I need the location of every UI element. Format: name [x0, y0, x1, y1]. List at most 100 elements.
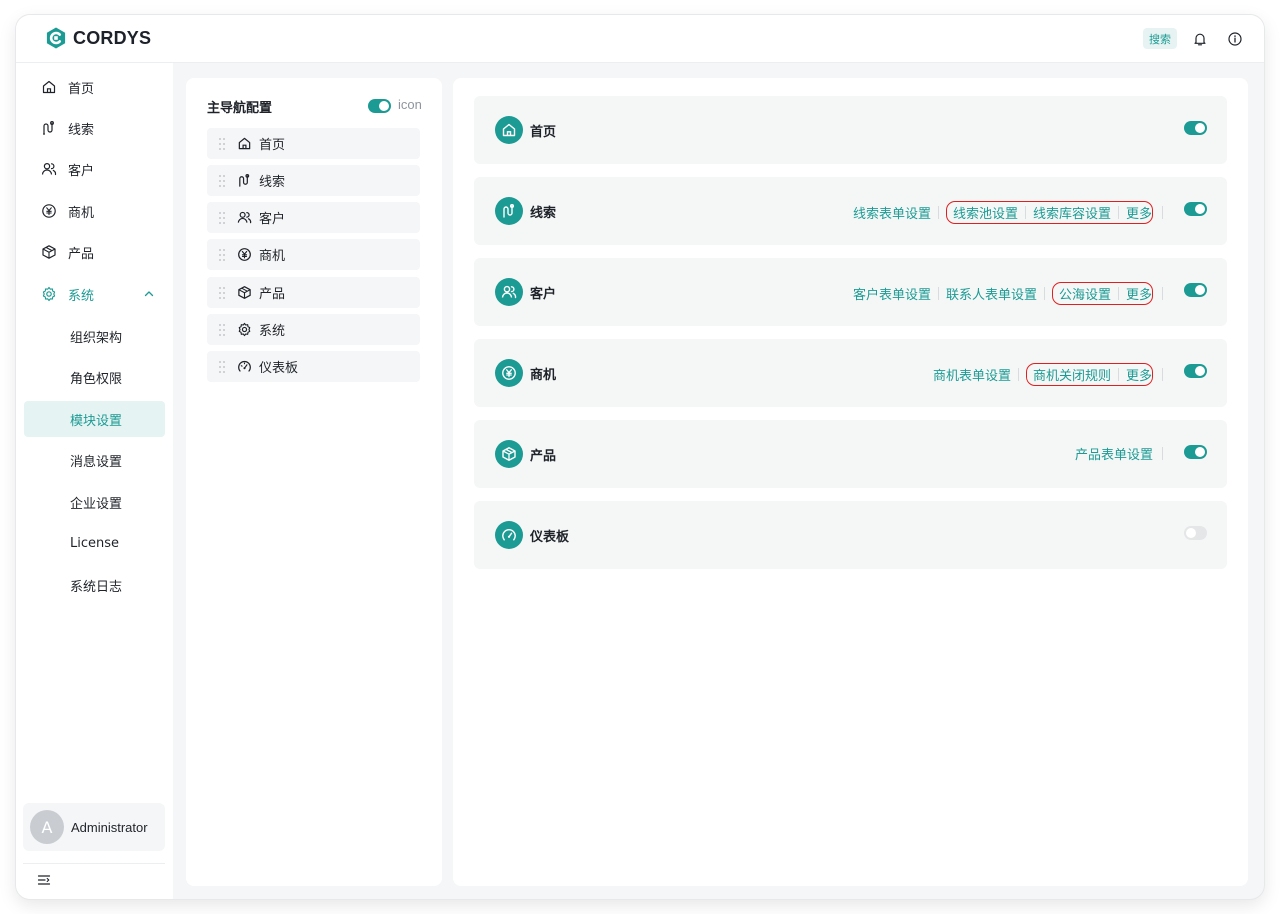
- chevron-up-icon[interactable]: [143, 288, 155, 300]
- module-links: 产品表单设置: [1075, 444, 1163, 463]
- drag-handle-icon[interactable]: [218, 211, 226, 225]
- app-window: CORDYS 搜索 首页 线索 客户 商机 产品 系统 组织架构 角色权限 模块…: [16, 15, 1264, 899]
- sidebar-subitem-messages[interactable]: 消息设置: [24, 442, 165, 478]
- drag-handle-icon[interactable]: [218, 248, 226, 262]
- nav-config-item-dashboard[interactable]: 仪表板: [207, 351, 420, 382]
- bell-icon[interactable]: [1192, 31, 1208, 47]
- sidebar-item-label: 客户: [68, 163, 95, 179]
- more-link[interactable]: 更多: [1126, 365, 1152, 384]
- brand-logo[interactable]: CORDYS: [44, 26, 151, 50]
- collapse-sidebar-icon[interactable]: [37, 873, 51, 887]
- nav-config-item-label: 线索: [259, 175, 286, 190]
- info-icon[interactable]: [1227, 31, 1243, 47]
- open-sea-settings-link[interactable]: 公海设置: [1059, 284, 1111, 303]
- gear-icon: [237, 322, 252, 337]
- module-links: 商机表单设置 商机关闭规则 更多: [933, 363, 1163, 386]
- module-enable-toggle[interactable]: [1184, 121, 1207, 135]
- nav-config-item-label: 商机: [259, 249, 286, 264]
- gear-icon: [41, 286, 57, 302]
- nav-config-item-label: 仪表板: [259, 361, 299, 376]
- product-icon: [41, 244, 57, 260]
- drag-handle-icon[interactable]: [218, 286, 226, 300]
- nav-config-item-system[interactable]: 系统: [207, 314, 420, 345]
- sidebar-item-system[interactable]: 系统: [24, 276, 165, 312]
- contact-form-settings-link[interactable]: 联系人表单设置: [946, 284, 1037, 303]
- nav-config-item-label: 产品: [259, 287, 286, 302]
- home-icon: [495, 116, 523, 144]
- sidebar-subitem-modules[interactable]: 模块设置: [24, 401, 165, 437]
- top-header: CORDYS 搜索: [16, 15, 1264, 63]
- sidebar-subitem-license[interactable]: License: [24, 525, 165, 561]
- module-settings-panel: 首页 线索 线索表单设置 线索池设置 线索库容设置 更多 客户 客户表单设置 联…: [453, 78, 1248, 886]
- nav-config-panel: 主导航配置 icon 首页 线索 客户 商机 产品 系统 仪表板: [186, 78, 442, 886]
- brand-name: CORDYS: [73, 27, 152, 48]
- more-link[interactable]: 更多: [1126, 203, 1152, 222]
- lead-icon: [41, 120, 57, 136]
- nav-config-item-customers[interactable]: 客户: [207, 202, 420, 233]
- sidebar-item-label: 线索: [68, 122, 95, 138]
- cordys-logo-icon: [46, 27, 66, 49]
- opportunity-icon: [495, 359, 523, 387]
- customer-icon: [237, 210, 252, 225]
- lead-icon: [237, 173, 252, 188]
- search-button[interactable]: 搜索: [1143, 28, 1177, 49]
- opportunity-close-rules-link[interactable]: 商机关闭规则: [1033, 365, 1111, 384]
- lead-pool-settings-link[interactable]: 线索池设置: [953, 203, 1018, 222]
- link-separator: [937, 206, 939, 219]
- icon-toggle-label: icon: [398, 97, 422, 112]
- link-separator: [1043, 287, 1045, 300]
- module-card-dashboard: 仪表板: [474, 501, 1227, 569]
- sidebar-subitem-roles[interactable]: 角色权限: [24, 359, 165, 395]
- sidebar-subitem-org[interactable]: 组织架构: [24, 318, 165, 354]
- sidebar-item-label: 商机: [68, 205, 95, 221]
- sidebar-item-customers[interactable]: 客户: [24, 151, 165, 187]
- product-icon: [237, 285, 252, 300]
- module-enable-toggle[interactable]: [1184, 364, 1207, 378]
- nav-config-item-label: 客户: [259, 212, 286, 227]
- module-enable-toggle[interactable]: [1184, 283, 1207, 297]
- link-separator: [1024, 206, 1026, 219]
- module-enable-toggle[interactable]: [1184, 445, 1207, 459]
- module-enable-toggle[interactable]: [1184, 526, 1207, 540]
- avatar: A: [30, 810, 64, 844]
- link-separator: [1017, 368, 1019, 381]
- module-links: 线索表单设置 线索池设置 线索库容设置 更多: [853, 201, 1163, 224]
- link-separator: [1162, 368, 1163, 381]
- highlight-box: 线索池设置 线索库容设置 更多: [945, 201, 1153, 224]
- icon-toggle[interactable]: [368, 99, 391, 113]
- nav-config-item-leads[interactable]: 线索: [207, 165, 420, 196]
- customer-form-settings-link[interactable]: 客户表单设置: [853, 284, 931, 303]
- nav-config-item-opportunities[interactable]: 商机: [207, 239, 420, 270]
- lead-form-settings-link[interactable]: 线索表单设置: [853, 203, 931, 222]
- drag-handle-icon[interactable]: [218, 137, 226, 151]
- sidebar-item-opportunities[interactable]: 商机: [24, 193, 165, 229]
- home-icon: [41, 79, 57, 95]
- link-separator: [1117, 287, 1119, 300]
- link-separator: [937, 287, 939, 300]
- opportunity-icon: [41, 203, 57, 219]
- more-link[interactable]: 更多: [1126, 284, 1152, 303]
- drag-handle-icon[interactable]: [218, 174, 226, 188]
- nav-config-item-label: 首页: [259, 138, 286, 153]
- nav-config-item-home[interactable]: 首页: [207, 128, 420, 159]
- drag-handle-icon[interactable]: [218, 360, 226, 374]
- module-card-home: 首页: [474, 96, 1227, 164]
- lead-capacity-settings-link[interactable]: 线索库容设置: [1033, 203, 1111, 222]
- user-card[interactable]: A Administrator: [23, 803, 165, 851]
- nav-config-item-products[interactable]: 产品: [207, 277, 420, 308]
- sidebar-subitem-logs[interactable]: 系统日志: [24, 567, 165, 603]
- opportunity-form-settings-link[interactable]: 商机表单设置: [933, 365, 1011, 384]
- sidebar-item-leads[interactable]: 线索: [24, 110, 165, 146]
- link-separator: [1162, 287, 1163, 300]
- sidebar-item-products[interactable]: 产品: [24, 234, 165, 270]
- module-enable-toggle[interactable]: [1184, 202, 1207, 216]
- sidebar-subitem-company[interactable]: 企业设置: [24, 484, 165, 520]
- customer-icon: [41, 161, 57, 177]
- sidebar: 首页 线索 客户 商机 产品 系统 组织架构 角色权限 模块设置 消息设置 企业…: [16, 63, 173, 899]
- sidebar-item-home[interactable]: 首页: [24, 69, 165, 105]
- drag-handle-icon[interactable]: [218, 323, 226, 337]
- link-separator: [1117, 206, 1119, 219]
- customer-icon: [495, 278, 523, 306]
- product-form-settings-link[interactable]: 产品表单设置: [1075, 444, 1153, 463]
- sidebar-divider: [23, 863, 165, 864]
